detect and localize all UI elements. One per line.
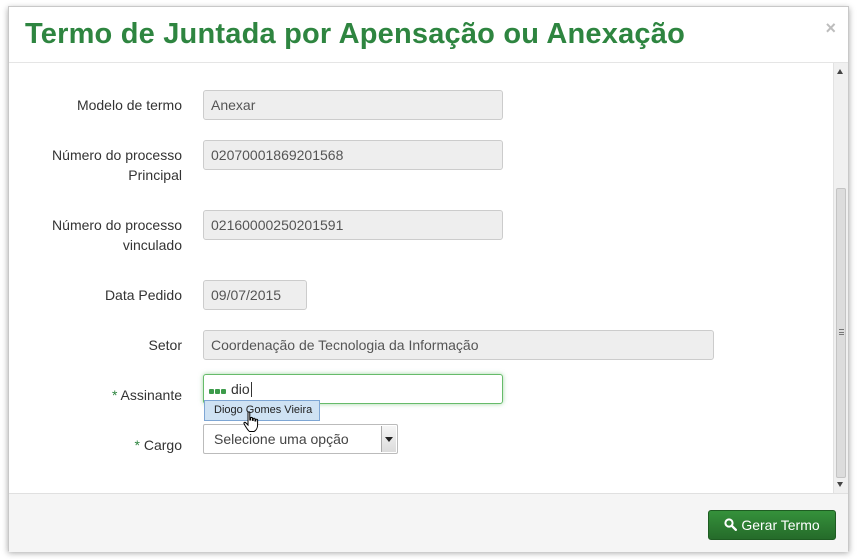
search-icon <box>724 518 738 532</box>
assinante-label-text: Assinante <box>120 387 182 403</box>
text-caret <box>250 381 252 397</box>
scroll-up-icon[interactable] <box>837 69 843 74</box>
vinculado-label-line2: vinculado <box>122 237 182 253</box>
principal-field: 02070001869201568 <box>203 140 503 170</box>
hand-cursor-icon <box>243 411 259 432</box>
principal-label-line1: Número do processo <box>52 147 182 163</box>
cargo-label: * Cargo <box>9 435 182 455</box>
data-pedido-label: Data Pedido <box>104 287 182 303</box>
assinante-input-value: dio <box>231 381 250 397</box>
cargo-select[interactable]: Selecione uma opção <box>203 424 398 454</box>
chevron-down-icon[interactable] <box>381 426 396 452</box>
cargo-label-text: Cargo <box>143 437 182 453</box>
assinante-label: * Assinante <box>9 385 182 405</box>
loading-dots-icon <box>209 375 227 403</box>
cargo-required-mark: * <box>134 437 140 453</box>
modal-dialog: Termo de Juntada por Apensação ou Anexaç… <box>8 6 849 552</box>
cargo-select-value: Selecione uma opção <box>214 431 349 447</box>
principal-label: Número do processo Principal <box>9 145 182 185</box>
scroll-down-icon[interactable] <box>837 482 843 487</box>
setor-field: Coordenação de Tecnologia da Informação <box>203 330 714 360</box>
vinculado-label: Número do processo vinculado <box>9 215 182 255</box>
gerar-termo-button[interactable]: Gerar Termo <box>708 510 836 540</box>
vinculado-label-line1: Número do processo <box>52 217 182 233</box>
modal-body: Modelo de termo Anexar Número do process… <box>9 63 848 493</box>
modal-footer: Gerar Termo <box>9 493 848 552</box>
close-button[interactable]: × <box>825 19 836 37</box>
modelo-field: Anexar <box>203 90 503 120</box>
modelo-label: Modelo de termo <box>76 97 182 113</box>
data-pedido-field: 09/07/2015 <box>203 280 307 310</box>
assinante-required-mark: * <box>111 387 118 403</box>
principal-label-line2: Principal <box>128 167 182 183</box>
grip-icon <box>839 329 844 335</box>
vinculado-field: 02160000250201591 <box>203 210 503 240</box>
autocomplete-suggestion[interactable]: Diogo Gomes Vieira <box>204 400 320 421</box>
scrollbar-thumb[interactable] <box>836 188 846 478</box>
setor-label: Setor <box>148 337 182 353</box>
gerar-termo-label: Gerar Termo <box>741 517 820 533</box>
modal-title: Termo de Juntada por Apensação ou Anexaç… <box>25 18 685 50</box>
modal-header: Termo de Juntada por Apensação ou Anexaç… <box>9 7 848 63</box>
vertical-scrollbar[interactable] <box>833 63 848 493</box>
